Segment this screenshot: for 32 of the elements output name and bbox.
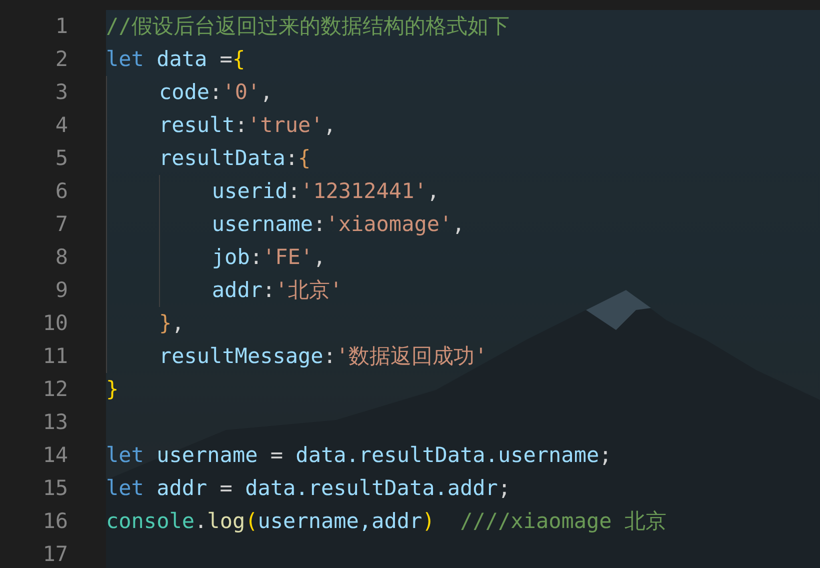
code-line: result:'true', [158, 112, 336, 139]
code-line: }, [158, 310, 184, 337]
code-line: let username = data.resultData.username; [106, 442, 612, 469]
code-line: username:'xiaomage', [212, 211, 465, 238]
code-line: } [106, 376, 119, 403]
line-number: 16 [42, 508, 69, 535]
code-line: code:'0', [158, 79, 273, 106]
code-line: job:'FE', [212, 244, 326, 271]
code-line: addr:'北京' [212, 277, 342, 304]
code-line: //假设后台返回过来的数据结构的格式如下 [106, 13, 510, 40]
code-line: let addr = data.resultData.addr; [106, 475, 511, 502]
line-number: 15 [42, 475, 69, 502]
line-number: 14 [42, 442, 69, 469]
code-line: resultData:{ [158, 145, 311, 172]
line-number: 3 [54, 79, 69, 106]
line-number: 9 [54, 277, 69, 304]
line-number: 1 [54, 13, 69, 40]
code-line: console.log(username,addr) ////xiaomage 北京 [106, 508, 666, 535]
code-line: resultMessage:'数据返回成功' [158, 343, 488, 370]
code-line: let data ={ [106, 46, 246, 73]
line-number: 6 [54, 178, 69, 205]
line-number: 4 [54, 112, 69, 139]
line-number: 12 [42, 376, 69, 403]
line-number: 8 [54, 244, 69, 271]
line-number: 5 [54, 145, 69, 172]
code-line: userid:'12312441', [212, 178, 440, 205]
line-number: 11 [42, 343, 69, 370]
line-number: 7 [54, 211, 69, 238]
line-number: 10 [42, 310, 69, 337]
line-number: 13 [42, 409, 69, 436]
line-number: 2 [54, 46, 69, 73]
line-number: 17 [42, 541, 69, 568]
